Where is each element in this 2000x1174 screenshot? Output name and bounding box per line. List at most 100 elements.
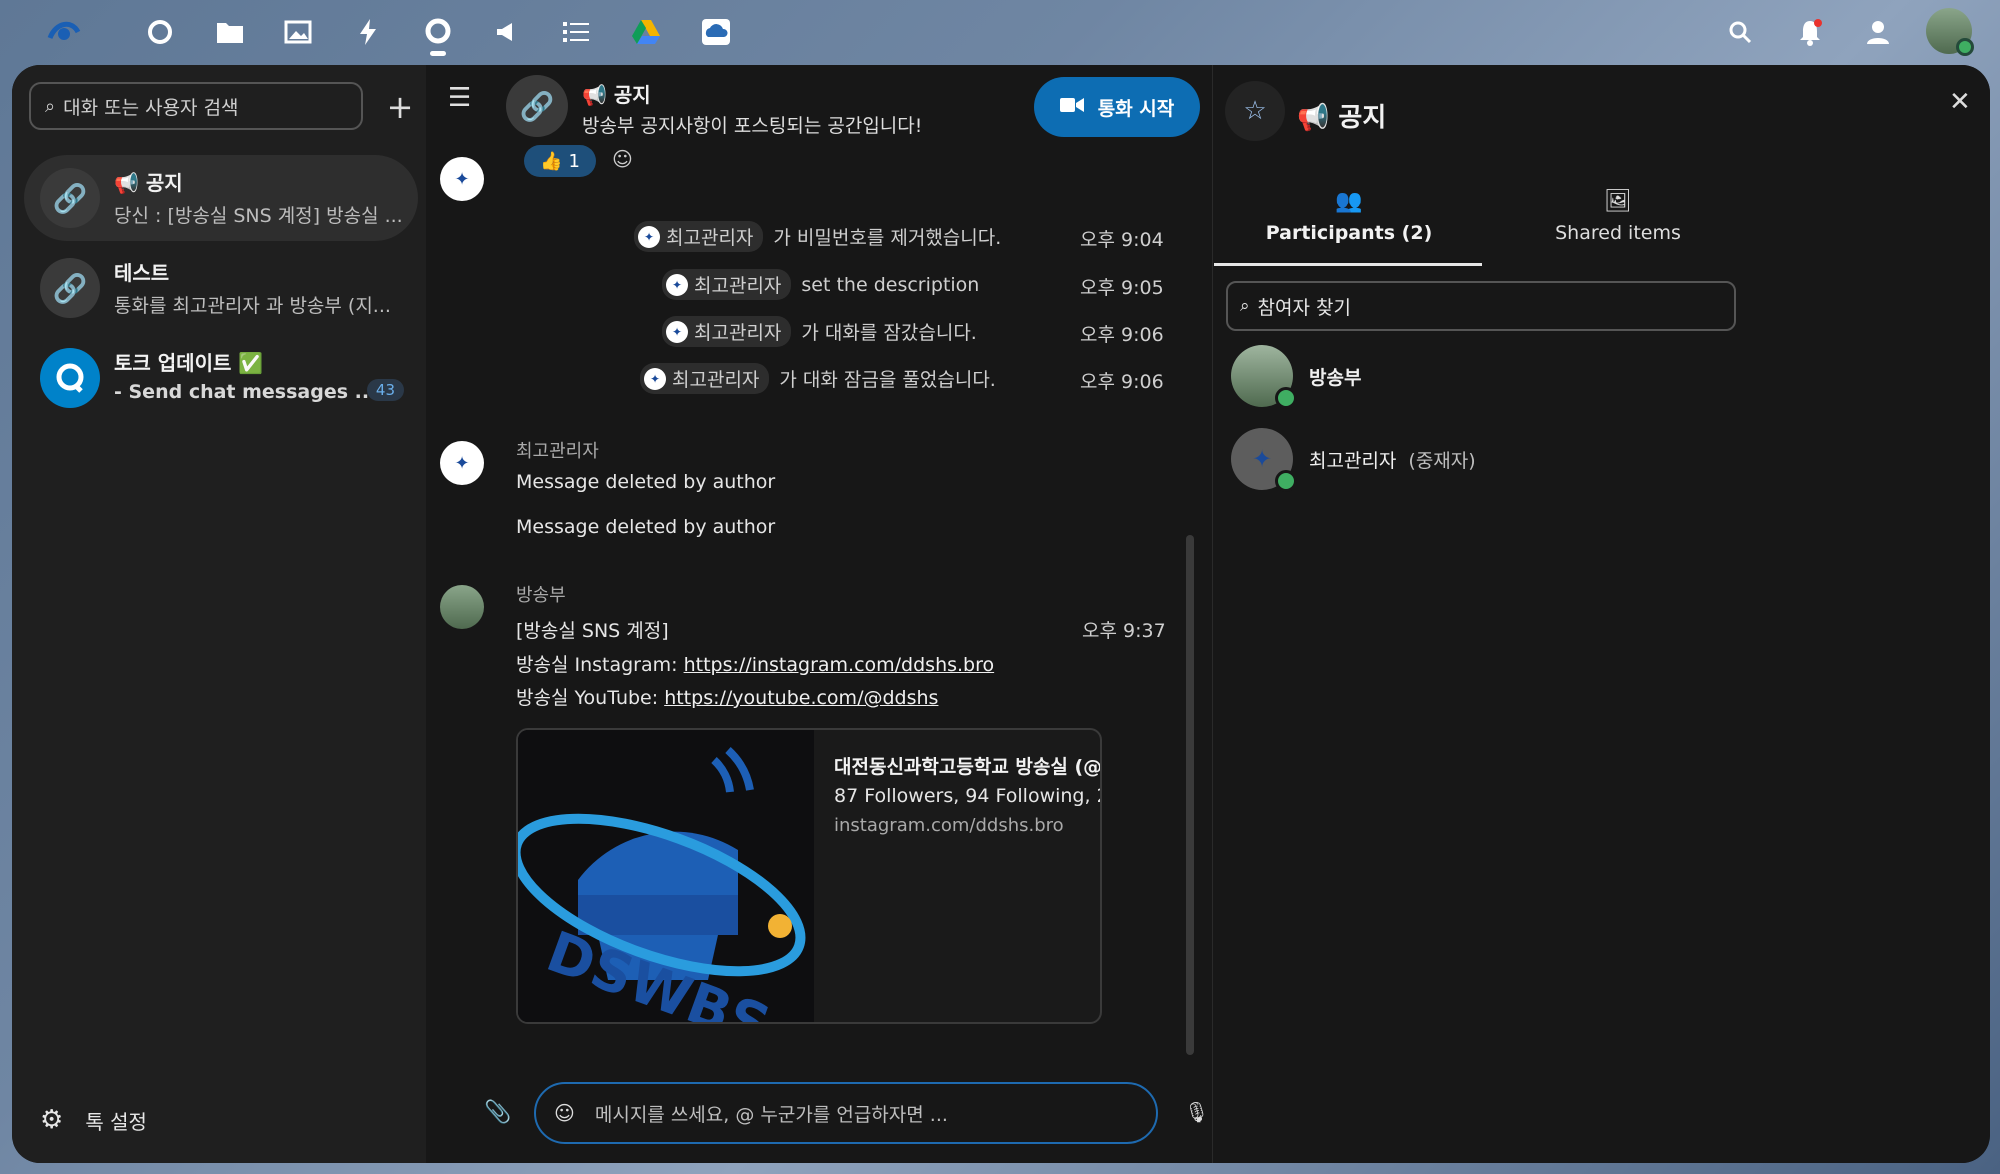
system-message: ✦ 최고관리자 set the description xyxy=(662,269,979,300)
link-icon: 🔗 xyxy=(40,168,100,228)
tab-participants[interactable]: 👥 Participants (2) xyxy=(1216,189,1482,244)
participant-avatar: ✦ xyxy=(1231,428,1297,492)
chat-view: ☰ 🔗 📢 공지 방송부 공지사항이 포스팅되는 공간입니다! 통화 시작 ✦ … xyxy=(426,65,1394,1163)
right-sidebar-title: 📢 공지 xyxy=(1297,103,1387,133)
notifications-icon[interactable] xyxy=(1790,12,1830,52)
talk-app-window: ⌕ 대화 또는 사용자 검색 + 🔗 📢 공지 당신 : [방송실 SNS 계정… xyxy=(12,65,1990,1163)
tab-shared-items[interactable]: 🖼 Shared items xyxy=(1485,189,1751,244)
conversation-item-test[interactable]: 🔗 테스트 통화를 최고관리자 과 방송부 (지... xyxy=(24,245,418,331)
drive-icon[interactable] xyxy=(626,12,666,52)
system-message: ✦ 최고관리자 가 대화를 잠갔습니다. xyxy=(662,316,977,347)
top-navigation-bar xyxy=(0,0,2000,64)
conversation-item-notice[interactable]: 🔗 📢 공지 당신 : [방송실 SNS 계정] 방송실 ... xyxy=(24,155,418,241)
conversation-search-input[interactable]: ⌕ 대화 또는 사용자 검색 xyxy=(29,82,363,130)
online-status-icon xyxy=(1275,470,1297,492)
active-app-indicator xyxy=(430,51,446,56)
preview-url: instagram.com/ddshs.bro xyxy=(834,815,1064,836)
room-name: 📢 공지 xyxy=(582,83,651,107)
reaction-thumbs-up[interactable]: 👍 1 xyxy=(524,145,596,177)
search-icon: ⌕ xyxy=(45,95,56,117)
search-icon[interactable] xyxy=(1720,12,1760,52)
message-input-placeholder: 메시지를 쓰세요, @ 누군가를 언급하자면 ... xyxy=(594,1103,948,1126)
conversation-last-message: - Send chat messages ... xyxy=(114,381,377,403)
system-message-text: 가 대화 잠금을 풀었습니다. xyxy=(779,369,996,391)
talk-logo-icon xyxy=(40,348,100,408)
message-time: 오후 9:06 xyxy=(1080,324,1164,346)
chat-scrollbar[interactable] xyxy=(1186,535,1194,1055)
paperclip-icon[interactable]: 📎 xyxy=(484,1100,511,1125)
participant-name: 최고관리자 xyxy=(1309,449,1397,472)
activity-icon[interactable] xyxy=(348,12,388,52)
user-mention-chip[interactable]: ✦ 최고관리자 xyxy=(640,363,770,394)
chat-header: ☰ 🔗 📢 공지 방송부 공지사항이 포스팅되는 공간입니다! 통화 시작 xyxy=(426,65,1212,151)
search-icon: ⌕ xyxy=(1240,296,1250,316)
participant-name: 방송부 xyxy=(1309,366,1362,389)
new-conversation-button[interactable]: + xyxy=(380,87,420,127)
youtube-label: 방송실 YouTube: xyxy=(516,687,665,709)
talk-icon[interactable] xyxy=(418,12,458,56)
favorite-star-icon[interactable]: ☆ xyxy=(1225,81,1285,141)
youtube-link[interactable]: https://youtube.com/@ddshs xyxy=(664,687,938,709)
participant-avatar xyxy=(1231,345,1297,409)
user-avatar[interactable] xyxy=(1926,8,1974,56)
nextcloud-logo-icon[interactable] xyxy=(44,12,84,52)
tab-shared-items-label: Shared items xyxy=(1555,222,1681,244)
message-line: [방송실 SNS 계정] xyxy=(516,620,669,642)
shared-items-icon: 🖼 xyxy=(1604,189,1632,214)
search-placeholder: 대화 또는 사용자 검색 xyxy=(63,96,239,119)
room-link-icon: 🔗 xyxy=(506,75,568,137)
link-preview-card[interactable]: DSWBS 대전동신과학고등학교 방송실 (@ddshs.bro) ... 87… xyxy=(516,728,1102,1024)
preview-description: 87 Followers, 94 Following, 2 Posts - Se… xyxy=(834,785,1100,807)
cloud-icon[interactable] xyxy=(696,12,736,52)
participant-search-input[interactable]: ⌕ 참여자 찾기 xyxy=(1226,281,1736,331)
mention-name: 최고관리자 xyxy=(672,369,760,391)
mini-avatar-icon: ✦ xyxy=(638,225,660,248)
contacts-icon[interactable] xyxy=(1858,12,1898,52)
link-icon: 🔗 xyxy=(40,258,100,318)
tasks-icon[interactable] xyxy=(556,12,596,52)
author-avatar: ✦ xyxy=(440,441,484,485)
start-call-button[interactable]: 통화 시작 xyxy=(1034,77,1200,137)
talk-settings-button[interactable]: ⚙ 톡 설정 xyxy=(40,1105,147,1135)
participant-item[interactable]: ✦ 최고관리자 (중재자) xyxy=(1231,428,1476,492)
announcements-icon[interactable] xyxy=(488,12,528,52)
system-message-text: 가 대화를 잠갔습니다. xyxy=(801,322,977,344)
system-message: ✦ 최고관리자 가 비밀번호를 제거했습니다. xyxy=(634,221,1001,252)
mention-name: 최고관리자 xyxy=(694,322,782,344)
emoji-icon[interactable]: ☺ xyxy=(554,1101,575,1125)
preview-image: DSWBS xyxy=(518,730,814,1022)
user-mention-chip[interactable]: ✦ 최고관리자 xyxy=(634,221,764,252)
user-mention-chip[interactable]: ✦ 최고관리자 xyxy=(662,269,792,300)
photos-icon[interactable] xyxy=(278,12,318,52)
conversation-title: 테스트 xyxy=(114,261,170,285)
dashboard-icon[interactable] xyxy=(140,12,180,52)
system-message: ✦ 최고관리자 가 대화 잠금을 풀었습니다. xyxy=(640,363,996,394)
conversation-last-message: 통화를 최고관리자 과 방송부 (지... xyxy=(114,295,391,317)
add-reaction-icon[interactable]: ☺ xyxy=(612,147,633,171)
close-icon[interactable]: ✕ xyxy=(1949,87,1971,117)
hamburger-menu-icon[interactable]: ☰ xyxy=(448,83,471,113)
author-avatar xyxy=(440,585,484,629)
deleted-message: Message deleted by author xyxy=(516,516,776,538)
message-line: 방송실 Instagram: https://instagram.com/dds… xyxy=(516,650,994,677)
right-sidebar: ☆ 📢 공지 ✕ 👥 Participants (2) 🖼 Shared ite… xyxy=(1212,65,1990,1163)
message-time: 오후 9:06 xyxy=(1080,371,1164,393)
instagram-link[interactable]: https://instagram.com/ddshs.bro xyxy=(684,654,995,676)
message-input[interactable]: ☺ 메시지를 쓰세요, @ 누군가를 언급하자면 ... xyxy=(534,1082,1158,1144)
message-time: 오후 9:05 xyxy=(1080,277,1164,299)
conversation-item-talk-updates[interactable]: 토크 업데이트 ✅ - Send chat messages ... 43 xyxy=(24,335,418,421)
files-icon[interactable] xyxy=(210,12,250,52)
preview-title: 대전동신과학고등학교 방송실 (@ddshs.bro) ... xyxy=(834,756,1102,778)
mention-name: 최고관리자 xyxy=(694,275,782,297)
user-mention-chip[interactable]: ✦ 최고관리자 xyxy=(662,316,792,347)
conversation-title: 📢 공지 xyxy=(114,171,183,195)
online-status-icon xyxy=(1956,38,1974,56)
start-call-label: 통화 시작 xyxy=(1097,97,1175,120)
author-avatar: ✦ xyxy=(440,157,484,201)
system-message-text: set the description xyxy=(801,273,980,296)
mention-name: 최고관리자 xyxy=(666,227,754,249)
unread-count-badge: 43 xyxy=(366,379,404,401)
participant-item[interactable]: 방송부 xyxy=(1231,345,1362,409)
mini-avatar-icon: ✦ xyxy=(666,273,688,296)
microphone-icon[interactable]: 🎙 xyxy=(1184,1100,1209,1124)
